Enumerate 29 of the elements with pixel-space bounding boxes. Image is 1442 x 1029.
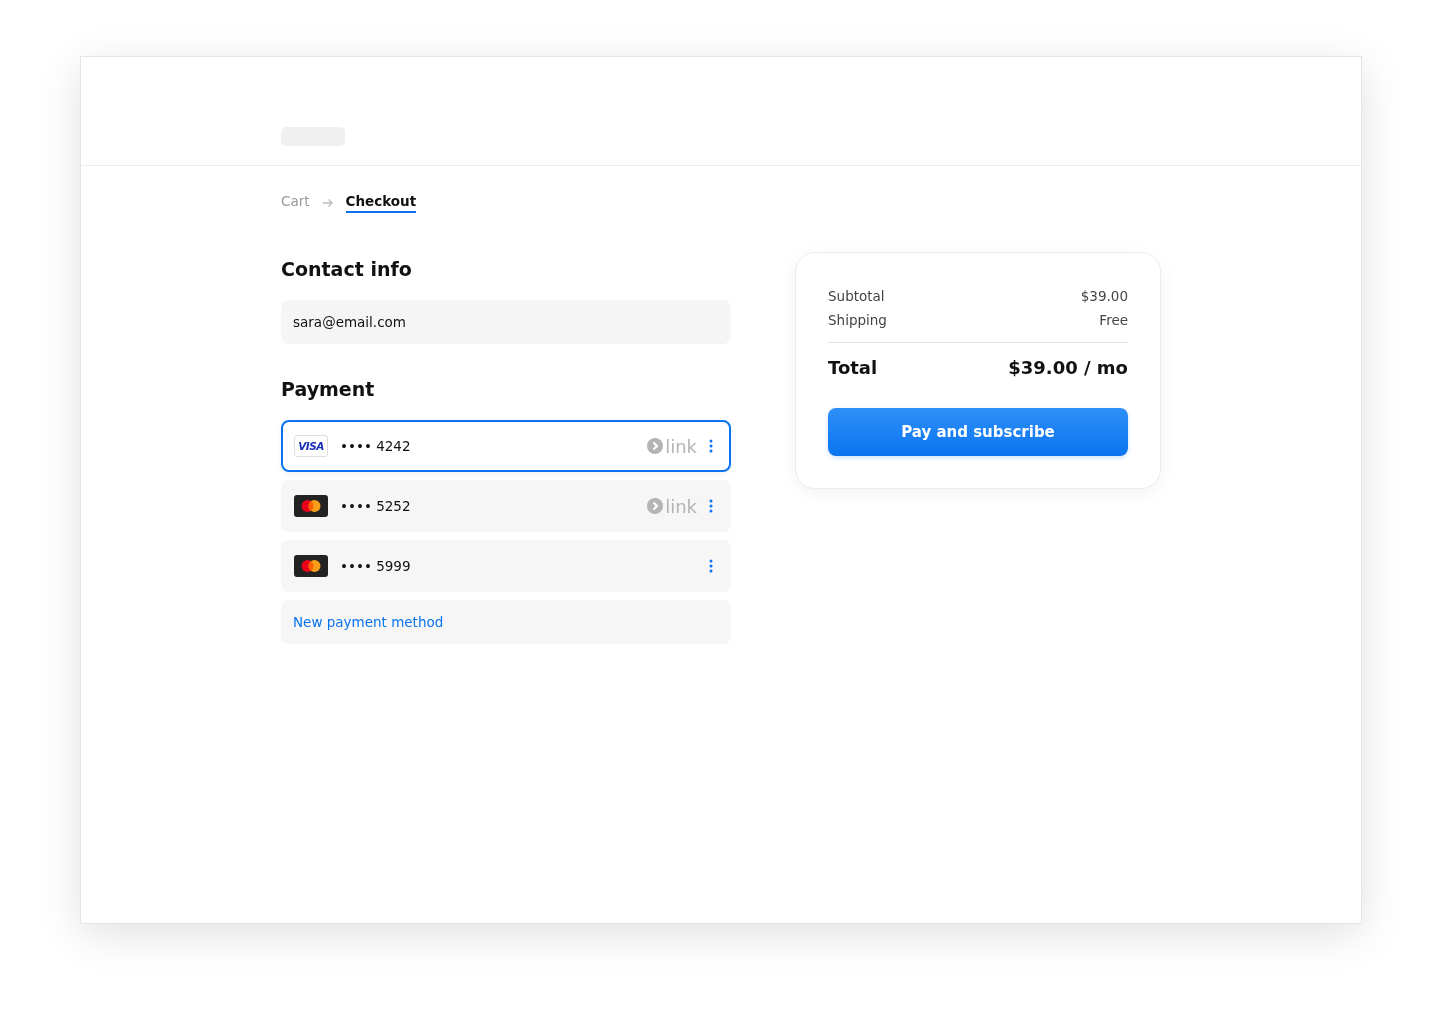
card-number: •••• 5252 [340, 498, 412, 514]
payment-option[interactable]: •••• 5252 link [281, 480, 731, 532]
more-options-icon[interactable] [709, 439, 713, 453]
total-value: $39.00 / mo [1008, 356, 1128, 378]
link-label: link [665, 495, 697, 517]
pay-button[interactable]: Pay and subscribe [828, 408, 1128, 456]
more-options-icon[interactable] [709, 559, 713, 573]
breadcrumb-link[interactable]: Checkout [345, 193, 417, 213]
payment-option[interactable]: VISA •••• 4242 link [281, 420, 731, 472]
mastercard-icon [294, 495, 328, 517]
chevron-circle-icon [647, 498, 664, 514]
visa-logo: VISA [294, 435, 328, 457]
mastercard-icon [294, 555, 328, 577]
card-number: •••• 4242 [340, 438, 412, 454]
section-heading: Contact info [281, 258, 413, 280]
more-options-icon[interactable] [709, 499, 713, 513]
email-field[interactable]: sara@email.com [281, 300, 731, 344]
chevron-circle-icon [647, 438, 664, 454]
card-number: •••• 5999 [340, 558, 412, 574]
section-heading: Payment [281, 378, 376, 400]
payment-option[interactable]: •••• 5999 [281, 540, 731, 592]
summary-label: Shipping [828, 312, 887, 328]
summary-label: Subtotal [828, 288, 885, 304]
summary-value: Free [1099, 312, 1128, 328]
link-label: link [665, 435, 697, 457]
arrow-right-icon [321, 198, 334, 208]
summary-value: $39.00 [1080, 288, 1128, 304]
new-payment-method-button[interactable]: New payment method [281, 600, 731, 644]
total-label: Total [828, 356, 878, 378]
